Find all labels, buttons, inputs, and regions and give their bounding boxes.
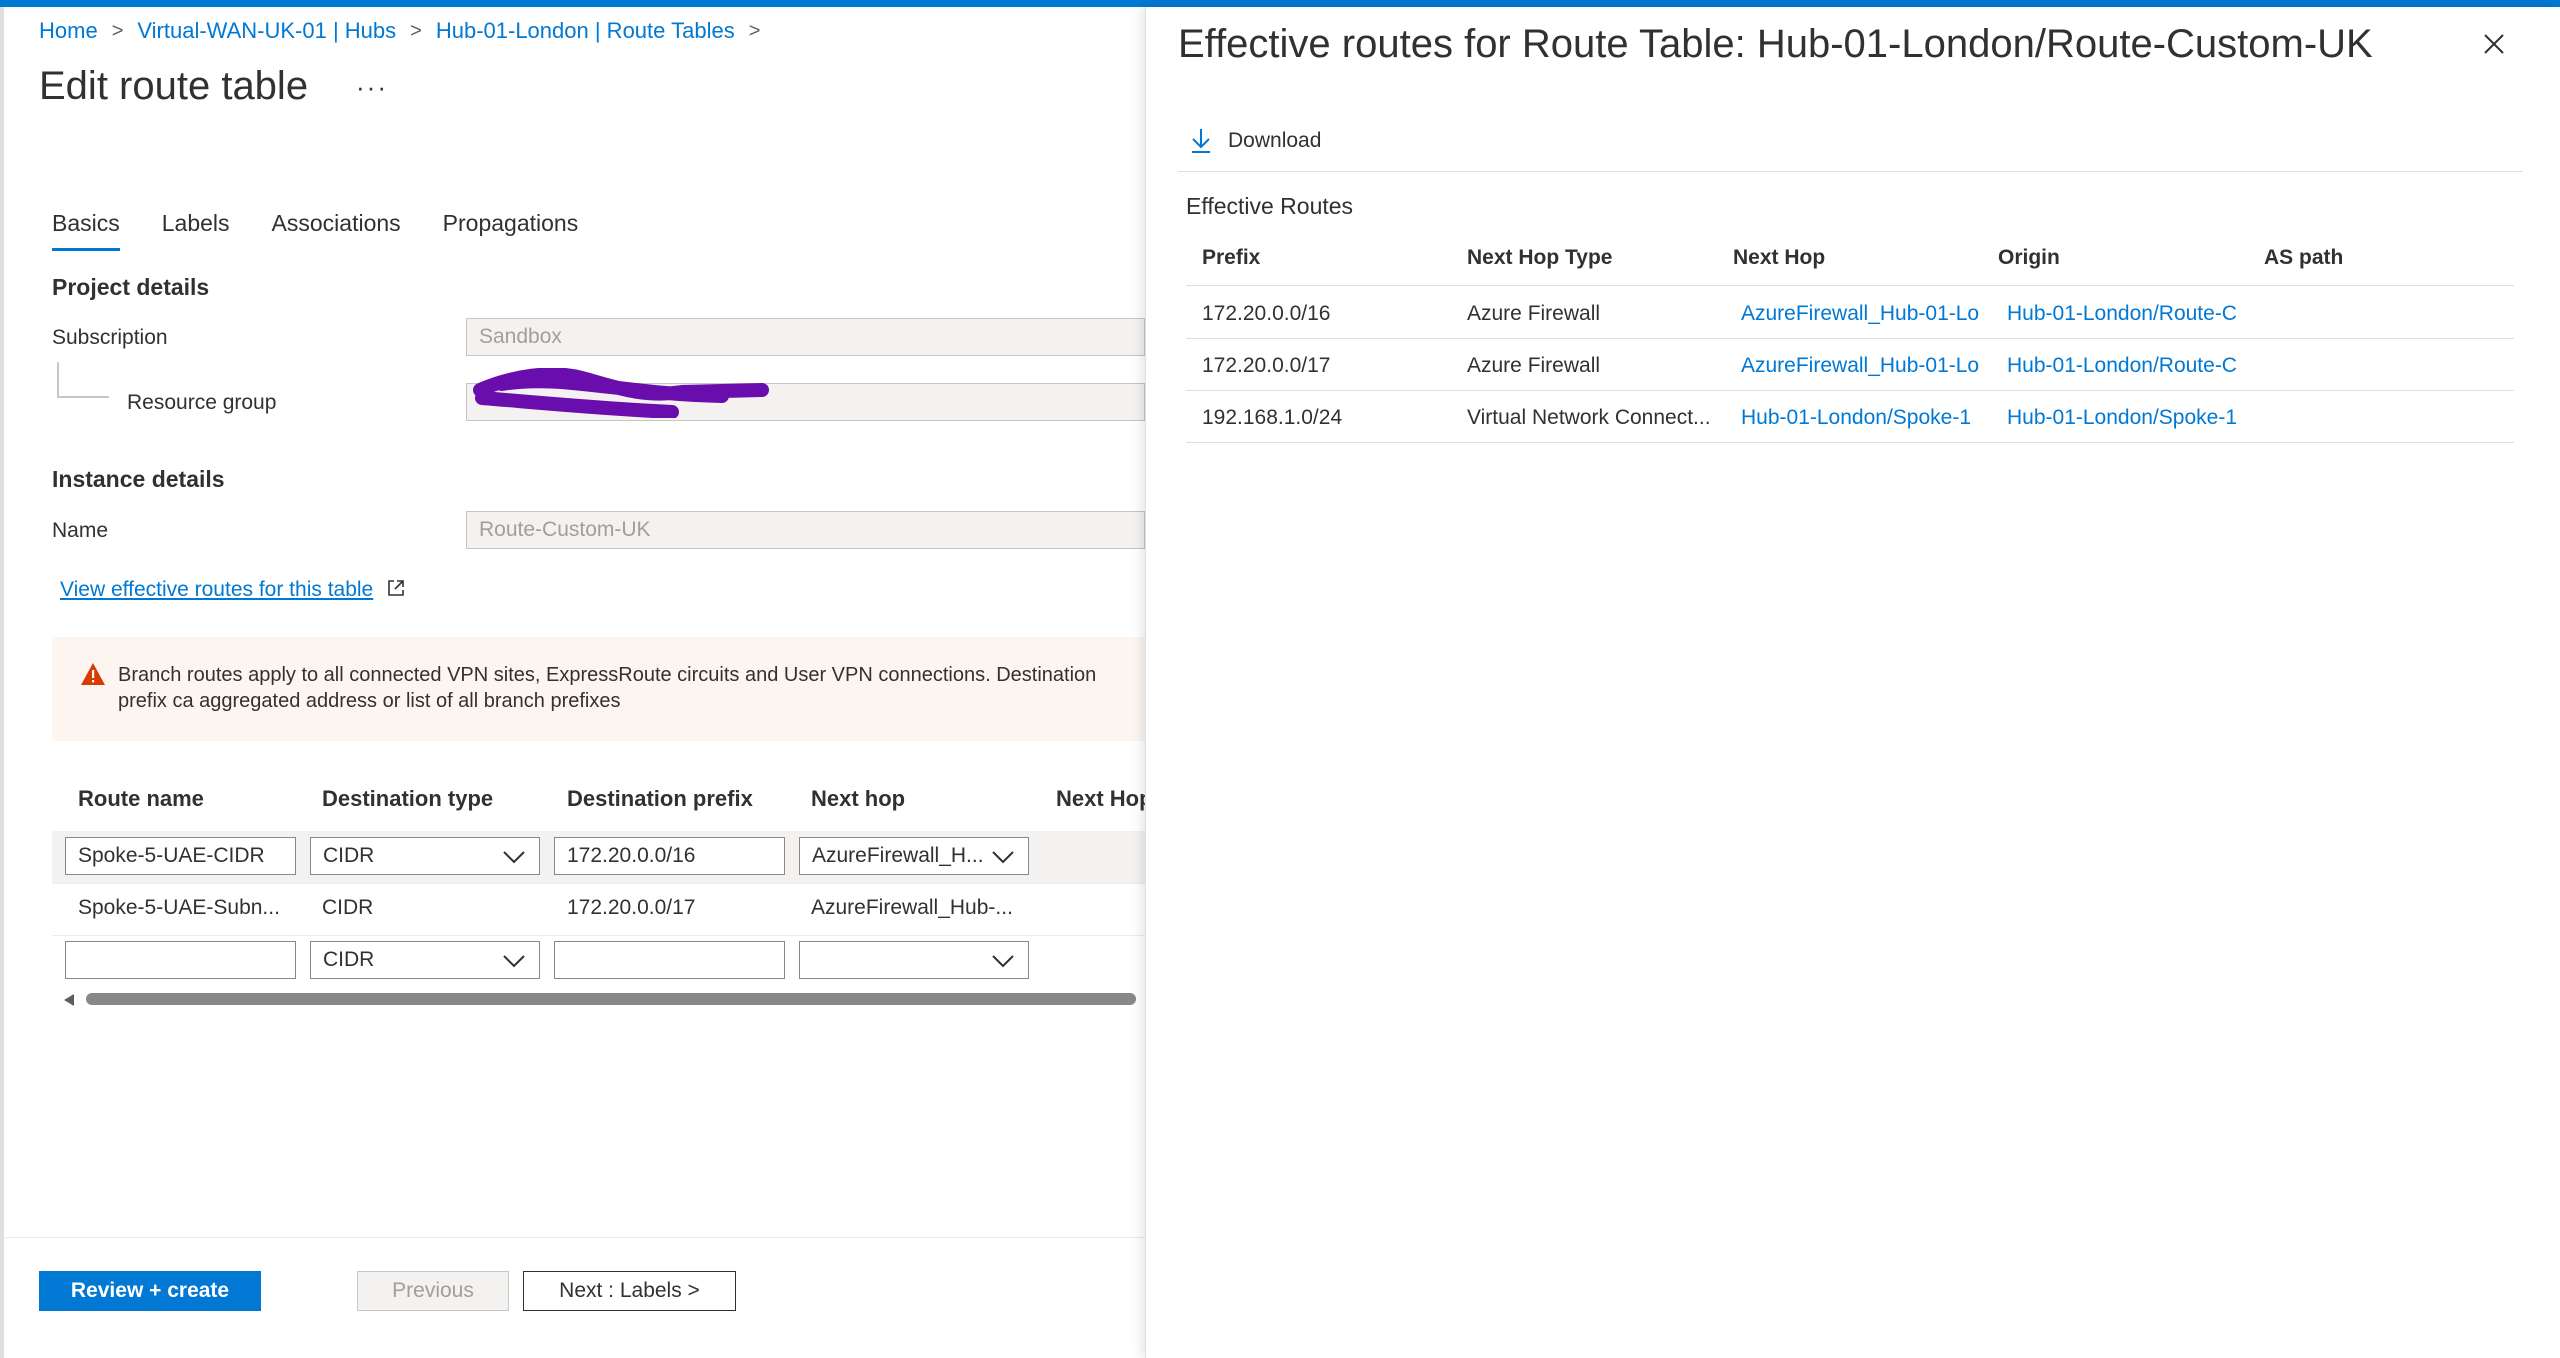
next-hop-link[interactable]: Hub-01-London/Spoke-1 [1741,406,1984,430]
effective-routes-label: Effective Routes [1186,193,1354,219]
col-as-path: AS path [2264,246,2344,269]
panel-title: Effective routes for Route Table: Hub-01… [1178,22,2373,66]
row-divider [1186,338,2514,339]
col-destination-prefix: Destination prefix [567,786,753,811]
col-next-hop-ip: Next Hop [1056,786,1153,811]
warning-icon [81,663,105,685]
col-origin: Origin [1998,246,2060,269]
tab-basics[interactable]: Basics [52,206,120,251]
name-label: Name [52,519,109,542]
horizontal-scrollbar[interactable] [86,993,1136,1005]
destination-prefix-input[interactable]: 172.20.0.0/16 [554,837,785,875]
download-label: Download [1228,129,1322,152]
origin-link[interactable]: Hub-01-London/Route-C [2007,354,2249,378]
chevron-down-icon [992,851,1014,864]
resource-group-label: Resource group [127,391,277,414]
row-divider [1186,390,2514,391]
close-icon[interactable] [2482,32,2506,56]
next-hop-type-cell: Virtual Network Connect... [1467,406,1711,429]
next-labels-button[interactable]: Next : Labels > [523,1271,736,1311]
row-divider [1186,442,2514,443]
tab-bar: Basics Labels Associations Propagations [52,206,620,251]
tree-connector [57,362,109,398]
next-hop-type-cell: Azure Firewall [1467,302,1601,325]
origin-link[interactable]: Hub-01-London/Spoke-1 [2007,406,2249,430]
chevron-right-icon: > [111,19,124,42]
chevron-down-icon [503,851,525,864]
header-divider [1186,285,2514,286]
warning-text: Branch routes apply to all connected VPN… [118,664,1097,712]
route-name-input[interactable]: Spoke-5-UAE-CIDR [65,837,296,875]
col-prefix: Prefix [1202,246,1261,269]
route-name-cell: Spoke-5-UAE-Subn... [78,896,280,919]
top-accent-bar [0,0,2560,7]
origin-link[interactable]: Hub-01-London/Route-C [2007,302,2249,326]
footer-divider [4,1237,1145,1238]
external-link-icon[interactable] [386,578,406,598]
instance-details-heading: Instance details [52,466,225,492]
download-icon [1192,129,1210,153]
tab-propagations[interactable]: Propagations [443,206,579,251]
col-next-hop-type: Next Hop Type [1467,246,1613,269]
next-hop-cell: AzureFirewall_Hub-... [811,896,1013,919]
effective-routes-panel [1145,7,2560,1358]
page-title: Edit route table [39,64,309,108]
row-divider [52,935,1145,936]
download-button[interactable]: Download [1190,128,1321,154]
breadcrumb-home[interactable]: Home [39,18,98,44]
col-next-hop: Next hop [811,786,906,811]
more-options-button[interactable]: ··· [356,72,388,103]
subscription-label: Subscription [52,326,168,349]
review-create-button[interactable]: Review + create [39,1271,261,1311]
chevron-down-icon [992,955,1014,968]
chevron-right-icon: > [748,19,761,42]
chevron-down-icon [503,955,525,968]
toolbar-divider [1178,171,2523,172]
col-destination-type: Destination type [322,786,494,811]
subscription-field[interactable]: Sandbox [466,318,1145,356]
destination-type-cell: CIDR [322,896,374,919]
breadcrumb-hubs[interactable]: Virtual-WAN-UK-01 | Hubs [137,18,396,44]
prefix-cell: 172.20.0.0/16 [1202,302,1331,325]
breadcrumb: Home > Virtual-WAN-UK-01 | Hubs > Hub-01… [39,18,774,44]
previous-button[interactable]: Previous [357,1271,509,1311]
breadcrumb-route-tables[interactable]: Hub-01-London | Route Tables [436,18,735,44]
view-effective-routes-link[interactable]: View effective routes for this table [60,578,373,602]
prefix-cell: 192.168.1.0/24 [1202,406,1343,429]
prefix-cell: 172.20.0.0/17 [1202,354,1331,377]
redaction-scribble [473,368,769,418]
new-route-name-input[interactable] [65,941,296,979]
destination-prefix-cell: 172.20.0.0/17 [567,896,696,919]
new-destination-prefix-input[interactable] [554,941,785,979]
row-divider [52,883,1145,884]
tab-labels[interactable]: Labels [162,206,230,251]
chevron-right-icon: > [410,19,422,42]
col-next-hop: Next Hop [1733,246,1826,269]
next-hop-type-cell: Azure Firewall [1467,354,1601,377]
col-route-name: Route name [78,786,204,811]
next-hop-link[interactable]: AzureFirewall_Hub-01-Lo [1741,354,1984,378]
tab-associations[interactable]: Associations [272,206,401,251]
scroll-left-icon[interactable] [62,993,76,1007]
next-hop-link[interactable]: AzureFirewall_Hub-01-Lo [1741,302,1984,326]
project-details-heading: Project details [52,274,210,300]
name-field[interactable]: Route-Custom-UK [466,511,1145,549]
